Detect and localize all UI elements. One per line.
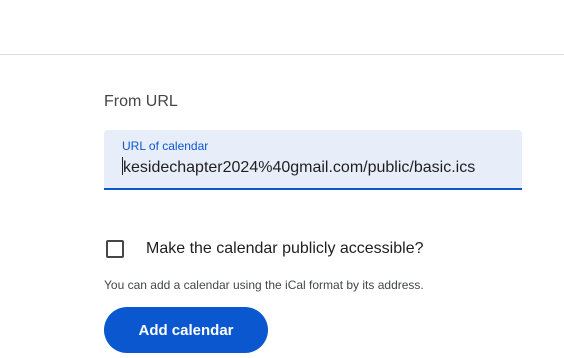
- calendar-url-input[interactable]: kesidechapter2024%40gmail.com/public/bas…: [121, 157, 521, 183]
- public-access-checkbox[interactable]: [106, 240, 124, 258]
- add-calendar-from-url-page: From URL URL of calendar kesidechapter20…: [0, 0, 564, 358]
- public-access-label[interactable]: Make the calendar publicly accessible?: [146, 239, 423, 259]
- calendar-url-field[interactable]: URL of calendar kesidechapter2024%40gmai…: [104, 130, 522, 190]
- calendar-url-value: kesidechapter2024%40gmail.com/public/bas…: [123, 159, 476, 176]
- calendar-url-label: URL of calendar: [122, 139, 209, 153]
- top-divider: [0, 54, 564, 55]
- help-text: You can add a calendar using the iCal fo…: [104, 278, 424, 292]
- public-access-option[interactable]: Make the calendar publicly accessible?: [106, 238, 423, 260]
- add-calendar-button[interactable]: Add calendar: [104, 307, 268, 353]
- section-title: From URL: [104, 93, 178, 110]
